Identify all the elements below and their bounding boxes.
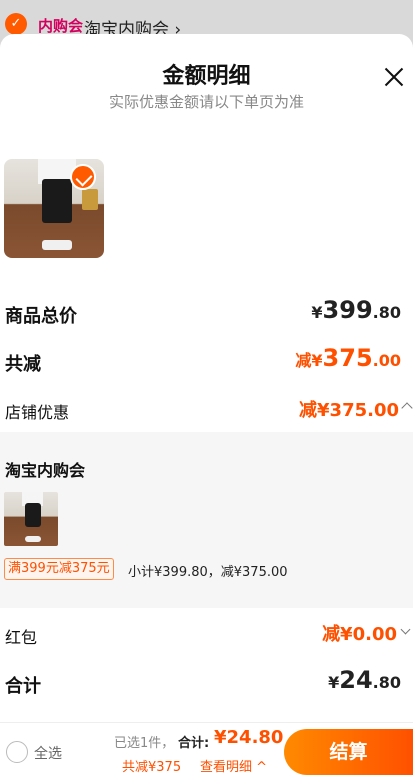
close-icon[interactable] <box>383 66 405 88</box>
chevron-down-icon[interactable] <box>400 624 411 635</box>
red-packet-label: 红包 <box>5 628 38 647</box>
selected-count: 已选1件， <box>114 736 175 751</box>
grand-total-row: 合计 ¥24.80 <box>0 666 413 700</box>
shop-discount-value: 减¥375.00 <box>299 400 399 421</box>
grand-total-value: ¥24.80 <box>328 666 401 694</box>
bar-total-label: 合计: <box>178 736 210 751</box>
sheet-title: 金额明细 <box>162 64 251 89</box>
total-reduce-label: 共减 <box>5 354 41 375</box>
sheet-subtitle: 实际优惠金额请以下单页为准 <box>108 93 304 111</box>
goods-total-value: ¥399.80 <box>311 296 401 324</box>
shop-subtotal: 小计¥399.80，减¥375.00 <box>128 565 288 580</box>
promo-tag: 满399元减375元 <box>4 558 114 580</box>
red-packet-value: 减¥0.00 <box>322 624 397 645</box>
selected-check-icon: ✓ <box>5 13 27 35</box>
bottom-checkout-bar: 全选 已选1件， 合计: ¥24.80 共减¥375 查看明细 ^ 结算 <box>0 722 413 781</box>
product-selected-check-icon[interactable] <box>70 164 96 190</box>
chevron-up-icon[interactable] <box>401 402 413 414</box>
total-reduce-row: 共减 减¥375.00 <box>0 344 413 380</box>
product-image-shorts <box>42 178 72 224</box>
product-image-shoes <box>42 240 72 251</box>
goods-total-label: 商品总价 <box>5 306 77 327</box>
bar-saved-amount: 共减¥375 <box>122 760 182 775</box>
goods-total-row: 商品总价 ¥399.80 <box>0 296 413 332</box>
total-reduce-value: 减¥375.00 <box>295 344 401 372</box>
amount-detail-sheet: 金额明细 实际优惠金额请以下单页为准 商品总价 ¥399.80 共减 减¥375… <box>0 34 413 722</box>
shop-discount-label: 店铺优惠 <box>5 403 70 422</box>
thumb-shoes <box>24 536 41 542</box>
view-detail-link[interactable]: 查看明细 ^ <box>200 756 267 775</box>
thumb-shorts <box>24 502 41 528</box>
select-all-radio[interactable] <box>6 741 28 763</box>
shop-product-thumbnail <box>4 492 58 546</box>
grand-total-label: 合计 <box>5 676 41 697</box>
brand-logo: 内购会 <box>38 17 84 35</box>
red-packet-row[interactable]: 红包 减¥0.00 <box>0 620 413 647</box>
checkout-button[interactable]: 结算 <box>284 729 413 775</box>
bar-total-value: ¥24.80 <box>214 727 284 748</box>
shop-discount-row[interactable]: 店铺优惠 减¥375.00 <box>0 396 413 422</box>
select-all-label[interactable]: 全选 <box>34 743 62 763</box>
shop-name: 淘宝内购会 <box>5 461 86 480</box>
product-image-stool <box>82 188 98 211</box>
shop-detail-box: 淘宝内购会 满399元减375元 小计¥399.80，减¥375.00 <box>0 432 413 608</box>
